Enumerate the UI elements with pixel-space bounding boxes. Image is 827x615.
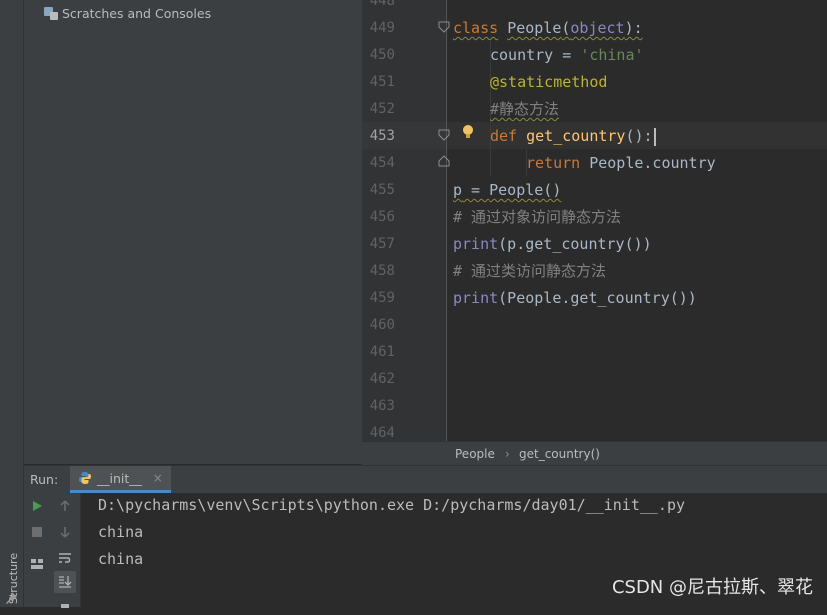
line-number: 461 [369,344,395,360]
pin-icon[interactable] [5,590,18,604]
scratches-label: Scratches and Consoles [62,5,212,21]
project-panel: Scratches and Consoles [24,0,363,464]
line-number: 455 [369,182,395,198]
line-number: 454 [369,155,395,171]
intention-bulb-icon[interactable] [462,124,474,140]
line-number: 459 [369,290,395,306]
python-icon [79,472,91,484]
line-number: 463 [369,398,395,414]
code-editor[interactable]: 448 449 450 451 452 453 454 455 456 457 458 459 460 4… [362,0,827,441]
line-number: 457 [369,236,395,252]
code-line-459[interactable]: print(People.get_country()) [453,285,697,312]
console-line: china [98,523,144,541]
run-toolbar [24,493,81,608]
code-line-449[interactable]: class People(object): [453,15,643,42]
code-line-450[interactable]: country = 'china' [490,42,644,69]
console-line: china [98,550,144,568]
scratches-and-consoles-item[interactable]: Scratches and Consoles [44,4,211,22]
watermark: CSDN @尼古拉斯、翠花 [611,577,813,598]
console-line: D:\pycharms\venv\Scripts\python.exe D:/p… [98,496,685,514]
scroll-to-end-icon [59,576,72,588]
code-line-454[interactable]: return People.country [526,150,716,177]
fold-end-icon[interactable] [438,155,450,167]
scroll-up-button[interactable] [54,495,76,517]
breadcrumb: People › get_country() [362,441,827,466]
code-line-455[interactable]: p = People() [453,177,561,204]
code-line-452[interactable]: #静态方法 [490,96,559,123]
play-icon [33,501,42,511]
scroll-to-end-button[interactable] [54,571,76,593]
rerun-button[interactable] [26,495,48,517]
scratches-icon [44,6,58,20]
line-number: 448 [369,0,395,9]
run-label: Run: [30,472,59,487]
code-line-453[interactable]: def get_country(): [490,123,656,150]
run-tab-label: __init__ [97,470,142,486]
line-number: 449 [369,20,395,36]
code-line-456[interactable]: # 通过对象访问静态方法 [453,204,621,231]
stop-button[interactable] [26,521,48,543]
line-number: 450 [369,47,395,63]
text-caret [653,127,656,146]
line-number: 458 [369,263,395,279]
breadcrumb-separator: › [505,447,510,461]
left-tool-strip: Structure [0,0,24,607]
stop-icon [32,527,42,537]
arrow-down-icon [60,527,70,538]
layout-icon [31,559,43,569]
line-number: 460 [369,317,395,333]
line-number: 451 [369,74,395,90]
soft-wrap-button[interactable] [54,547,76,569]
line-number: 456 [369,209,395,225]
scroll-down-button[interactable] [54,521,76,543]
arrow-up-icon [60,500,70,511]
print-button[interactable] [54,593,76,615]
code-line-458[interactable]: # 通过类访问静态方法 [453,258,606,285]
run-tool-header: Run: __init__ × [24,465,827,494]
run-tab-init[interactable]: __init__ × [70,466,171,493]
fold-start-icon[interactable] [438,21,450,33]
breadcrumb-method[interactable]: get_country() [519,442,600,466]
code-line-457[interactable]: print(p.get_country()) [453,231,652,258]
layout-button[interactable] [26,553,48,575]
breadcrumb-class[interactable]: People [455,442,495,466]
print-icon [61,604,69,608]
line-number: 453 [369,128,395,144]
close-tab-icon[interactable]: × [153,471,163,485]
wrap-icon [59,553,71,563]
line-number: 462 [369,371,395,387]
line-number: 452 [369,101,395,117]
line-number: 464 [369,425,395,441]
fold-start-icon[interactable] [438,129,450,141]
code-line-451[interactable]: @staticmethod [490,69,607,96]
